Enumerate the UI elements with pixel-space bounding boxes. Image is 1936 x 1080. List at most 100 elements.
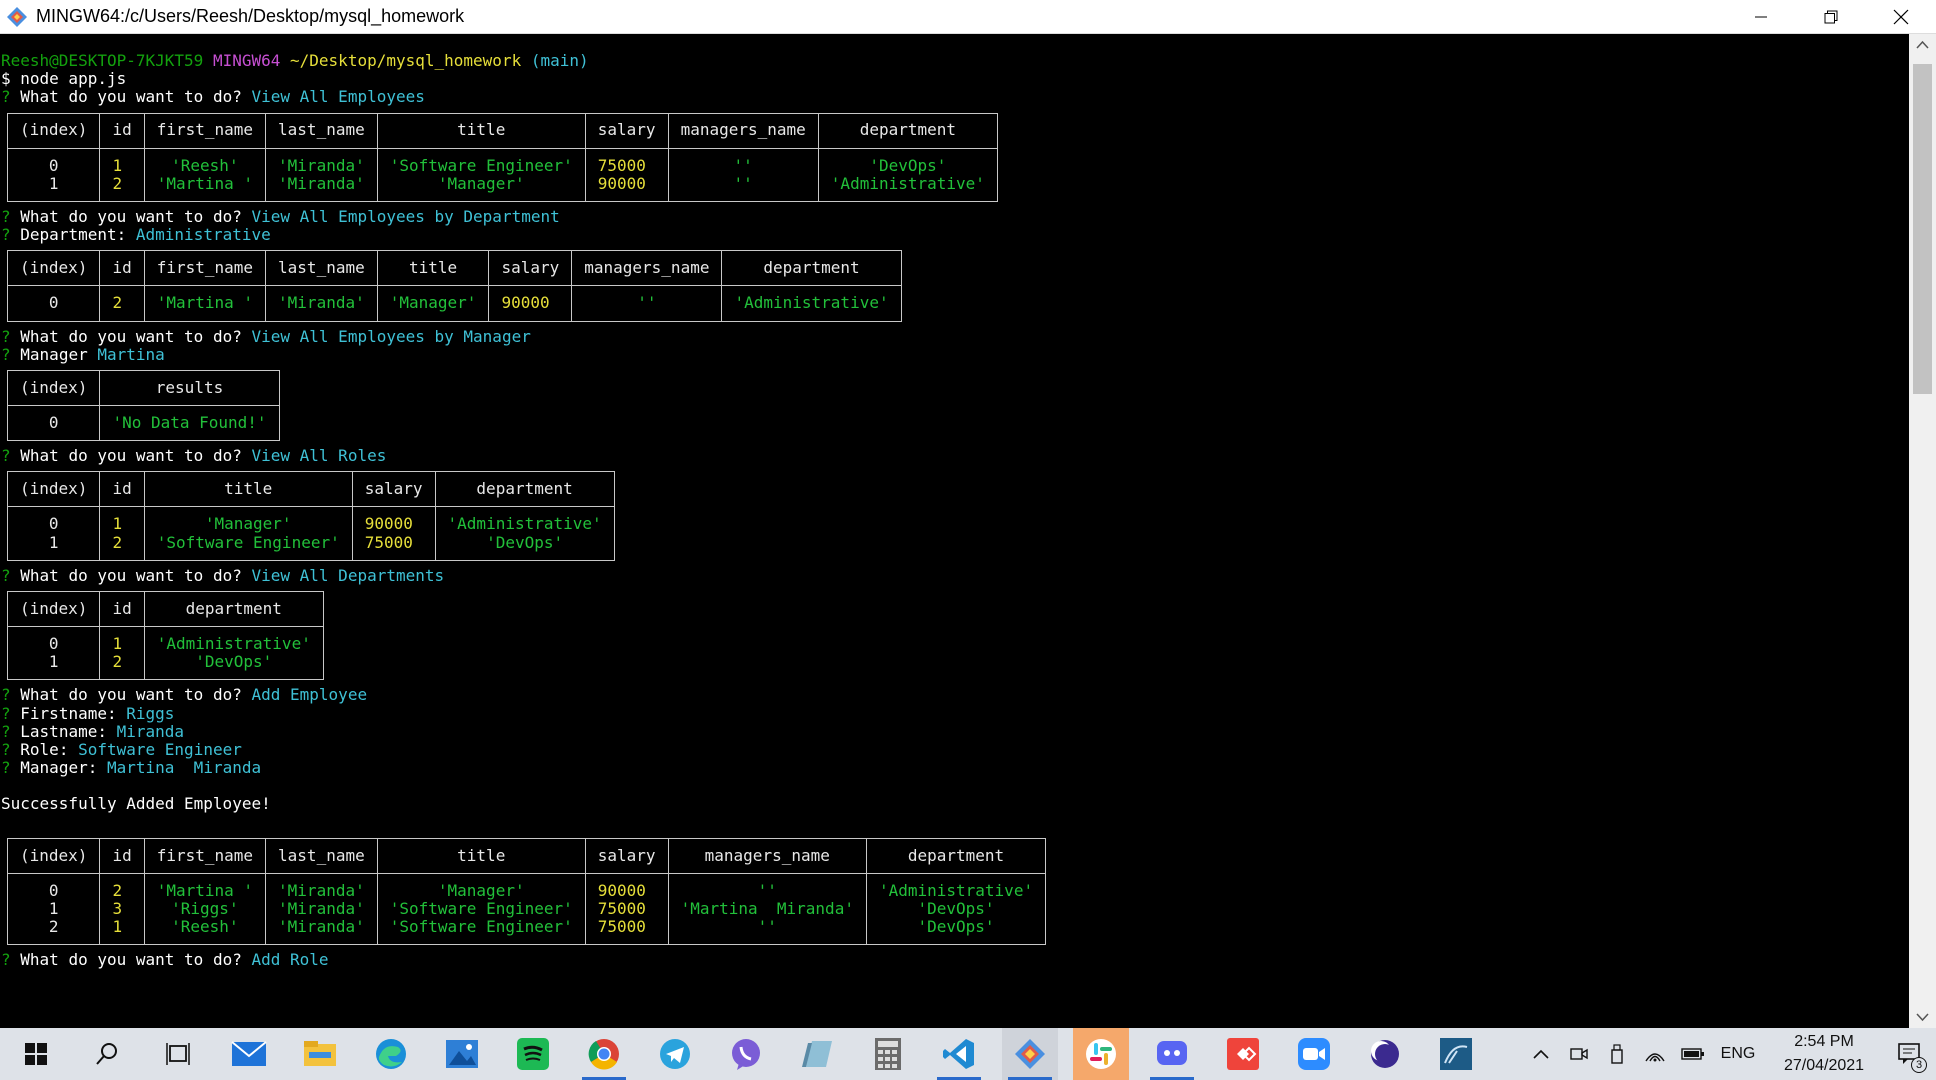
- notification-count: 3: [1911, 1057, 1927, 1073]
- show-hidden-icons-button[interactable]: [1522, 1028, 1560, 1080]
- chrome-app[interactable]: [576, 1028, 632, 1080]
- viber-app[interactable]: [718, 1028, 774, 1080]
- column-header: (index): [6, 471, 101, 508]
- column-header: last_name: [265, 837, 378, 874]
- table-body-row: 0 1 1 2 'Administrative' 'DevOps': [6, 625, 324, 681]
- column-header: managers_name: [571, 250, 723, 287]
- column-header: salary: [584, 112, 669, 149]
- table-cell: 12: [99, 147, 145, 202]
- close-button[interactable]: [1866, 0, 1936, 34]
- table-header-row: (index) id first_name last_name title salary m…: [6, 250, 902, 287]
- spotify-app[interactable]: [505, 1028, 561, 1080]
- zoom-icon: [1298, 1038, 1330, 1070]
- cell-value: 2: [112, 293, 123, 313]
- cell-value: 'Administrative': [878, 880, 1034, 900]
- discord-app[interactable]: [1144, 1028, 1200, 1080]
- wifi-button[interactable]: [1636, 1028, 1674, 1080]
- cell-value: 'Software Engineer': [389, 155, 573, 175]
- question-line: ? What do you want to do? Add Employee: [1, 685, 368, 705]
- column-header: managers_name: [667, 112, 819, 149]
- start-button[interactable]: [8, 1028, 64, 1080]
- table-cell: 90000 75000 75000: [584, 872, 669, 946]
- column-header: title: [143, 471, 353, 508]
- scroll-down-icon[interactable]: [1915, 1009, 1930, 1024]
- file-explorer-app[interactable]: [292, 1028, 348, 1080]
- cell-value: 'Martina ': [156, 880, 254, 900]
- edge-app[interactable]: [363, 1028, 419, 1080]
- mysql-workbench-app[interactable]: [1428, 1028, 1484, 1080]
- question-line: ? What do you want to do? Add Role: [1, 950, 329, 970]
- command-line: $ node app.js: [1, 69, 127, 89]
- chevron-up-icon: [1533, 1049, 1549, 1059]
- zoom-app[interactable]: [1286, 1028, 1342, 1080]
- clock-date: 27/04/2021: [1783, 1057, 1865, 1074]
- cell-value: 90000: [597, 880, 646, 900]
- clock-time: 2:54 PM: [1794, 1033, 1854, 1050]
- language-indicator[interactable]: ENG: [1712, 1028, 1764, 1080]
- git-bash-app[interactable]: [1002, 1028, 1058, 1080]
- telegram-app[interactable]: [647, 1028, 703, 1080]
- table-cell: 90000: [488, 285, 573, 322]
- mysql-workbench-icon: [1440, 1038, 1472, 1070]
- cell-value: 2: [112, 532, 123, 552]
- table-cell: 01: [6, 147, 101, 202]
- table-cell: 'Administrative' 'DevOps': [143, 625, 324, 681]
- photos-app[interactable]: [434, 1028, 490, 1080]
- table-cell: 'Martina ': [143, 285, 267, 322]
- windows-icon: [25, 1043, 47, 1065]
- cell-value: 0: [48, 412, 59, 432]
- column-header: id: [99, 590, 145, 627]
- eclipse-app[interactable]: [1357, 1028, 1413, 1080]
- answer-line: ? Lastname: Miranda: [1, 721, 185, 741]
- column-header: id: [99, 250, 145, 287]
- cell-value: 75000: [597, 917, 646, 937]
- table-cell: 0: [6, 404, 101, 442]
- vscode-app[interactable]: [931, 1028, 987, 1080]
- table-cell: 'Reesh' 'Martina ': [143, 147, 267, 202]
- restore-button[interactable]: [1796, 0, 1866, 34]
- anydesk-icon: [1227, 1038, 1259, 1070]
- task-view-button[interactable]: [150, 1028, 206, 1080]
- table-cell: 'Manager' 'Software Engineer' 'Software En…: [376, 872, 586, 946]
- slack-app[interactable]: [1073, 1028, 1129, 1080]
- calculator-app[interactable]: [860, 1028, 916, 1080]
- cell-value: 'DevOps': [917, 917, 995, 937]
- meet-now-button[interactable]: [1560, 1028, 1598, 1080]
- table-cell: 'Manager': [376, 285, 490, 322]
- table-body-row: 0 'No Data Found!': [6, 404, 280, 442]
- cell-value: 'Software Engineer': [156, 532, 340, 552]
- terminal-output[interactable]: Reesh@DESKTOP-7KJKT59 MINGW64 ~/Desktop/…: [0, 34, 1909, 1028]
- search-button[interactable]: [79, 1028, 135, 1080]
- battery-button[interactable]: [1674, 1028, 1712, 1080]
- column-header: managers_name: [667, 837, 867, 874]
- vertical-scrollbar[interactable]: [1909, 34, 1936, 1028]
- minimize-button[interactable]: [1726, 0, 1796, 34]
- column-header: results: [99, 369, 280, 406]
- table-cell: 012: [6, 872, 101, 946]
- cell-value: 'Manager': [204, 514, 292, 534]
- viber-icon: [732, 1039, 760, 1070]
- scrollbar-thumb[interactable]: [1913, 64, 1932, 394]
- clock[interactable]: 2:54 PM 27/04/2021: [1764, 1030, 1884, 1078]
- column-header: department: [865, 837, 1047, 874]
- answer-line: ? Department: Administrative: [1, 225, 271, 245]
- cell-value: 'Miranda': [278, 155, 365, 175]
- notepad-app[interactable]: [789, 1028, 845, 1080]
- cell-value: 3: [112, 899, 123, 919]
- table-cell: 01: [6, 625, 101, 681]
- column-header: (index): [6, 837, 101, 874]
- chrome-icon: [588, 1039, 619, 1070]
- cell-value: 90000: [597, 173, 646, 193]
- scroll-up-icon[interactable]: [1915, 38, 1930, 53]
- usb-device-button[interactable]: [1598, 1028, 1636, 1080]
- minimize-icon: [1755, 16, 1767, 18]
- notifications-button[interactable]: 3: [1884, 1028, 1936, 1080]
- mail-app[interactable]: [221, 1028, 277, 1080]
- table-cell: 01: [6, 506, 101, 561]
- roles-table: (index) id title salary department 0 1 1 2 'Manag…: [6, 471, 615, 561]
- cell-value: '': [757, 880, 777, 900]
- usb-icon: [1611, 1044, 1623, 1064]
- discord-icon: [1157, 1041, 1187, 1065]
- window-titlebar: MINGW64:/c/Users/Reesh/Desktop/mysql_hom…: [0, 0, 1936, 34]
- anydesk-app[interactable]: [1215, 1028, 1271, 1080]
